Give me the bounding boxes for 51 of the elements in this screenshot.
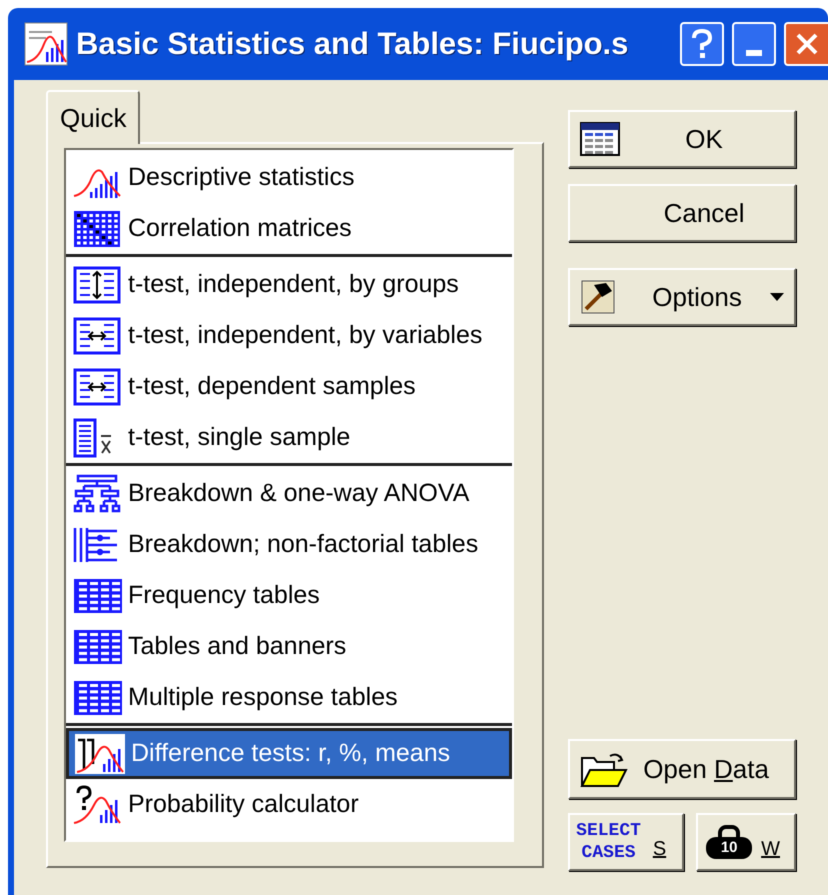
select-cases-button[interactable]: SELECT CASES S (568, 813, 684, 871)
list-item[interactable]: Correlation matrices (66, 203, 512, 254)
item-label: t-test, single sample (128, 422, 350, 453)
item-label: Probability calculator (128, 788, 359, 820)
list-item[interactable]: Breakdown; non-factorial tables (66, 519, 512, 570)
list-item[interactable]: t-test, dependent samples (66, 361, 512, 412)
dropdown-arrow-icon (770, 293, 784, 301)
tab[interactable]: Quick (46, 90, 140, 144)
item-label: Difference tests: r, %, means (131, 738, 450, 769)
item-label: Breakdown; non-factorial tables (128, 528, 478, 560)
hammer-icon (580, 279, 616, 315)
item-label: t-test, dependent samples (128, 370, 416, 402)
item-label: t-test, independent, by variables (128, 320, 482, 351)
ok-button[interactable]: OK (568, 110, 796, 168)
spreadsheet-icon (580, 122, 620, 156)
item-label: t-test, independent, by groups (128, 268, 459, 300)
window-title: Basic Statistics and Tables: Fiucipo.s (76, 24, 630, 63)
cancel-button[interactable]: Cancel (568, 184, 796, 242)
matrix-grid-icon (72, 208, 122, 248)
help-button[interactable] (680, 22, 724, 66)
list-item[interactable]: t-test, independent, by groups (66, 259, 512, 310)
item-label: Breakdown & one-way ANOVA (128, 478, 470, 509)
help-icon (691, 29, 713, 59)
open-data-button[interactable]: Open Data (568, 739, 796, 799)
item-label: Descriptive statistics (128, 162, 354, 193)
horizontal-arrow-table-icon (72, 366, 122, 406)
list-item[interactable]: t-test, single sample (66, 412, 512, 463)
vertical-arrow-table-icon (72, 264, 122, 304)
minimize-icon (746, 50, 762, 56)
list-item[interactable]: Breakdown & one-way ANOVA (66, 468, 512, 519)
list-item[interactable]: Probability calculator (66, 779, 512, 830)
item-label: Multiple response tables (128, 682, 398, 713)
close-icon (795, 32, 819, 56)
list-item[interactable]: Multiple response tables (66, 672, 512, 723)
horizontal-arrow-table-icon (72, 316, 122, 356)
app-icon (24, 22, 68, 66)
question-curve-icon (72, 784, 122, 824)
item-label: Tables and banners (128, 630, 346, 662)
list-item[interactable]: t-test, independent, by variables (66, 310, 512, 361)
weight-button[interactable]: 10 W (696, 813, 796, 871)
item-label: Correlation matrices (128, 212, 352, 244)
close-button[interactable] (784, 22, 828, 66)
item-label: Frequency tables (128, 580, 320, 611)
minimize-button[interactable] (732, 22, 776, 66)
tree-diagram-icon (72, 474, 122, 514)
list-item[interactable]: Frequency tables (66, 570, 512, 621)
list-item[interactable]: Tables and banners (66, 621, 512, 672)
options-button[interactable]: Options (568, 268, 796, 326)
bars-curve-icon (75, 734, 125, 774)
list-item[interactable]: Descriptive statistics (66, 152, 512, 203)
list-item[interactable]: Difference tests: r, %, means (66, 728, 512, 779)
